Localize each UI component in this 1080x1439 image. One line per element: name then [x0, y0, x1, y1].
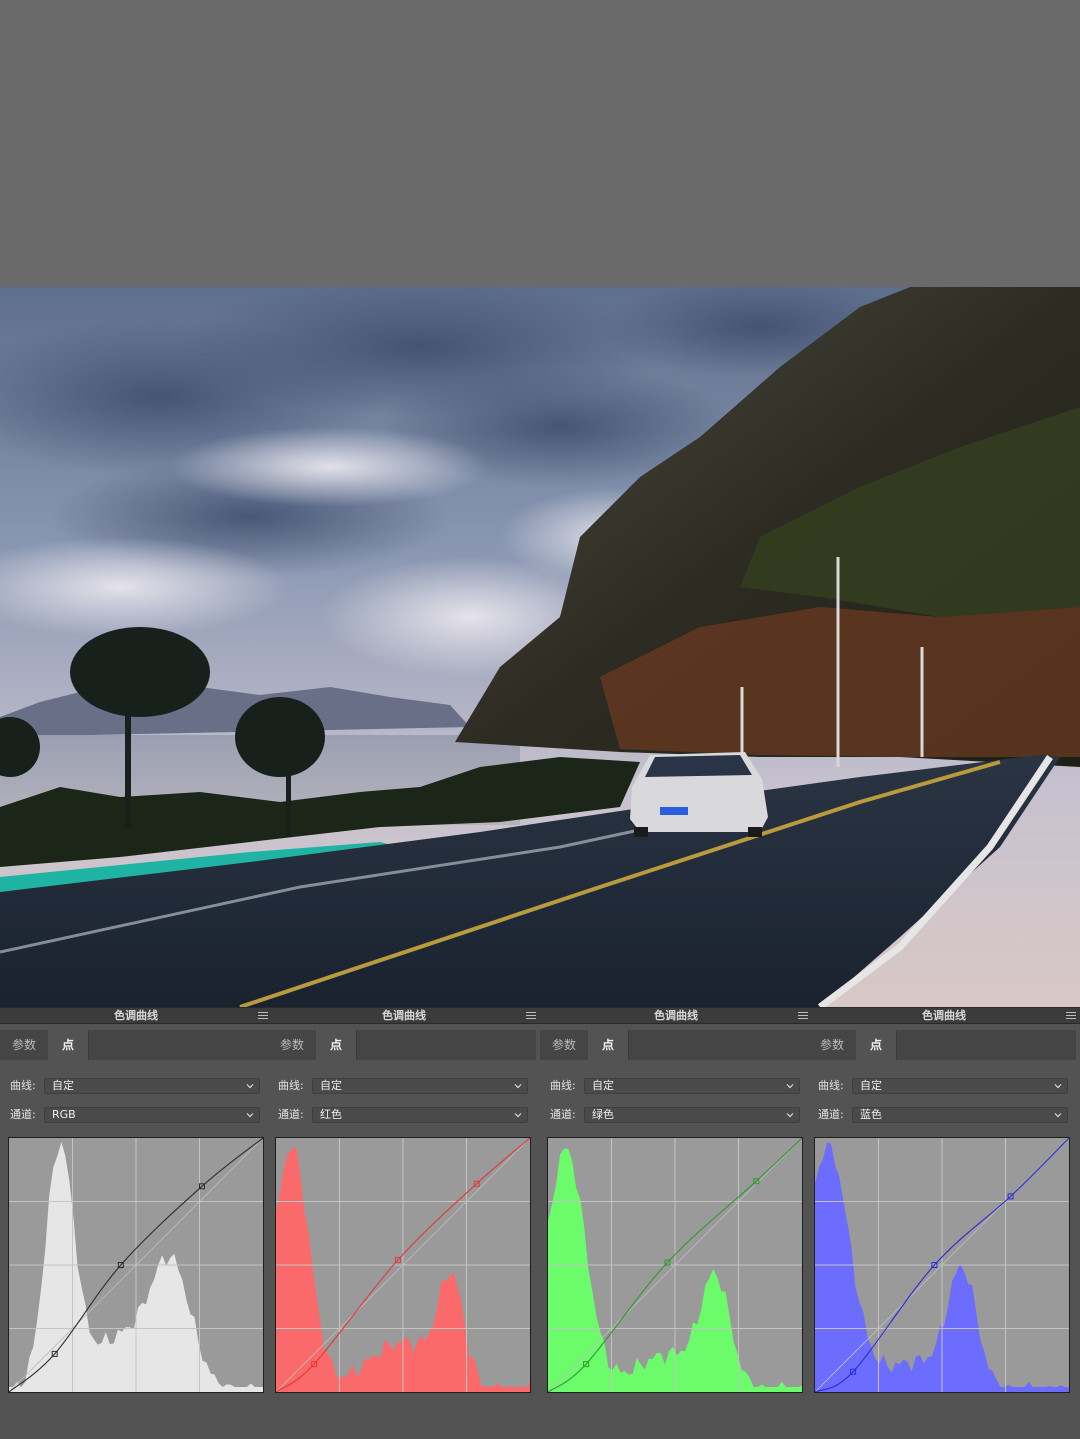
tone-curve-panels: 色调曲线 参数点曲线: 自定 通道: RGB 色调曲线 参数点曲线: 自定 通道: 红色 色调曲线参… — [0, 1007, 1080, 1439]
tab-parametric[interactable]: 参数 — [808, 1030, 856, 1060]
channel-select-value: RGB — [52, 1108, 76, 1121]
chevron-down-icon — [514, 1113, 522, 1118]
car-illustration — [630, 752, 768, 837]
panel-title: 色调曲线 — [922, 1009, 966, 1022]
channel-select-dropdown[interactable]: RGB — [44, 1107, 260, 1123]
tab-parametric[interactable]: 参数 — [268, 1030, 316, 1060]
chevron-down-icon — [786, 1084, 794, 1089]
curve-preset-dropdown[interactable]: 自定 — [852, 1078, 1068, 1094]
curve-preset-label: 曲线: — [10, 1079, 36, 1092]
curve-preset-dropdown[interactable]: 自定 — [584, 1078, 800, 1094]
panel-menu-icon[interactable] — [258, 1010, 268, 1021]
curve-graph[interactable] — [8, 1137, 264, 1393]
panel-menu-icon[interactable] — [526, 1010, 536, 1021]
tab-point[interactable]: 点 — [48, 1030, 88, 1060]
tab-row: 参数点 — [808, 1030, 1080, 1060]
channel-select-dropdown[interactable]: 蓝色 — [852, 1107, 1068, 1123]
tab-strip-filler — [356, 1030, 536, 1060]
channel-select-label: 通道: — [278, 1108, 304, 1121]
tab-point[interactable]: 点 — [856, 1030, 896, 1060]
panel-title: 色调曲线 — [114, 1009, 158, 1022]
tab-row: 参数点 — [0, 1030, 272, 1060]
curve-graph[interactable] — [547, 1137, 803, 1393]
tab-strip-filler — [88, 1030, 268, 1060]
channel-select-label: 通道: — [818, 1108, 844, 1121]
tab-point[interactable]: 点 — [316, 1030, 356, 1060]
chevron-down-icon — [246, 1084, 254, 1089]
channel-select-dropdown[interactable]: 红色 — [312, 1107, 528, 1123]
panel-menu-icon[interactable] — [1066, 1010, 1076, 1021]
curve-preset-label: 曲线: — [550, 1079, 576, 1092]
chevron-down-icon — [246, 1113, 254, 1118]
channel-select-value: 绿色 — [592, 1108, 614, 1121]
curve-preset-label: 曲线: — [278, 1079, 304, 1092]
panel-title-bar[interactable]: 色调曲线 — [268, 1007, 540, 1024]
panel-title-bar[interactable]: 色调曲线 — [808, 1007, 1080, 1024]
tab-row: 参数点 — [268, 1030, 540, 1060]
edited-photo — [0, 287, 1080, 1007]
tab-row: 参数点 — [540, 1030, 812, 1060]
curve-graph[interactable] — [275, 1137, 531, 1393]
chevron-down-icon — [1054, 1113, 1062, 1118]
curve-graph[interactable] — [814, 1137, 1070, 1393]
tab-strip-filler — [628, 1030, 808, 1060]
chevron-down-icon — [1054, 1084, 1062, 1089]
curve-preset-value: 自定 — [320, 1079, 342, 1092]
curve-preset-label: 曲线: — [818, 1079, 844, 1092]
channel-select-dropdown[interactable]: 绿色 — [584, 1107, 800, 1123]
curve-preset-dropdown[interactable]: 自定 — [312, 1078, 528, 1094]
panel-title: 色调曲线 — [654, 1009, 698, 1022]
tab-strip-filler — [896, 1030, 1076, 1060]
channel-select-label: 通道: — [550, 1108, 576, 1121]
channel-select-label: 通道: — [10, 1108, 36, 1121]
chevron-down-icon — [786, 1113, 794, 1118]
panel-title-bar[interactable]: 色调曲线 — [0, 1007, 272, 1024]
curve-preset-value: 自定 — [592, 1079, 614, 1092]
curve-preset-dropdown[interactable]: 自定 — [44, 1078, 260, 1094]
panel-title: 色调曲线 — [382, 1009, 426, 1022]
channel-select-value: 红色 — [320, 1108, 342, 1121]
channel-select-value: 蓝色 — [860, 1108, 882, 1121]
panel-menu-icon[interactable] — [798, 1010, 808, 1021]
curve-preset-value: 自定 — [52, 1079, 74, 1092]
chevron-down-icon — [514, 1084, 522, 1089]
panel-title-bar[interactable]: 色调曲线 — [540, 1007, 812, 1024]
tab-parametric[interactable]: 参数 — [540, 1030, 588, 1060]
curve-preset-value: 自定 — [860, 1079, 882, 1092]
tab-parametric[interactable]: 参数 — [0, 1030, 48, 1060]
tab-point[interactable]: 点 — [588, 1030, 628, 1060]
